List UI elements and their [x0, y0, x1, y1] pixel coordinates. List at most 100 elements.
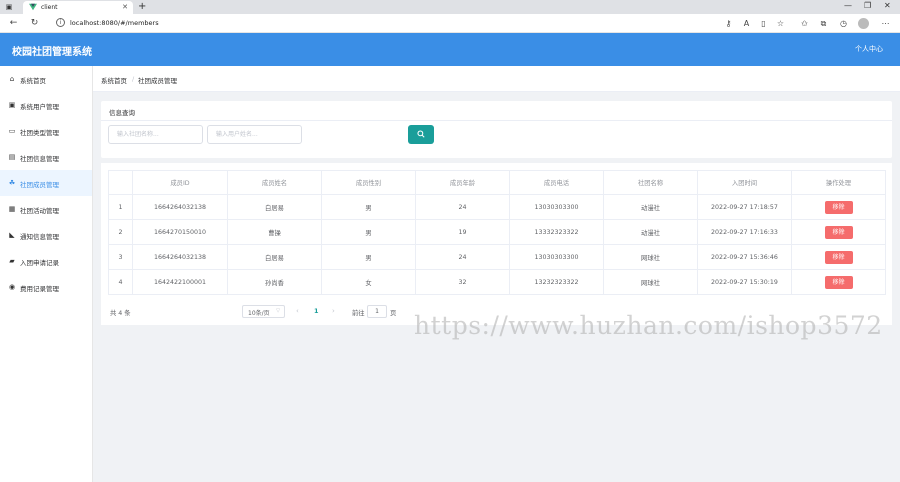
password-key-icon[interactable]: ⚷	[723, 18, 734, 29]
cell-member-id: 1664264032138	[132, 244, 228, 270]
cell-member-name: 孙尚香	[227, 269, 322, 295]
table-row: 2 1664270150010 曹操 男 19 13332323322 动漫社 …	[108, 219, 886, 245]
column-header-gender: 成员性别	[321, 170, 416, 195]
table-card: 成员ID 成员姓名 成员性别 成员年龄 成员电话 社团名称 入团时间 操作处理 …	[101, 163, 892, 325]
remove-button[interactable]: 移除	[824, 200, 853, 214]
remove-button[interactable]: 移除	[824, 275, 853, 289]
cell-member-name: 白居易	[227, 244, 322, 270]
cell-gender: 女	[321, 269, 416, 295]
cell-join-time: 2022-09-27 15:36:46	[697, 244, 792, 270]
browser-address-bar: ← ↻ i localhost:8080/#/members ⚷ A ▯ ☆ ✩…	[0, 14, 900, 33]
cell-age: 24	[415, 244, 510, 270]
url-field[interactable]: i localhost:8080/#/members	[54, 16, 714, 31]
sidebar-item-label: 通知信息管理	[20, 233, 59, 241]
activity-icon: ▦	[8, 205, 16, 213]
page-size-select[interactable]: 10条/页 ▽	[242, 305, 285, 318]
column-header-member-name: 成员姓名	[227, 170, 322, 195]
query-card-header: 信息查询	[101, 101, 892, 121]
remove-button[interactable]: 移除	[824, 225, 853, 239]
refresh-icon[interactable]: ↻	[29, 18, 40, 29]
watermark-text: https://www.huzhan.com/ishop3572	[414, 311, 883, 340]
reader-view-icon[interactable]: ▯	[758, 18, 769, 29]
cell-join-time: 2022-09-27 17:18:57	[697, 194, 792, 220]
sidebar-item-notice[interactable]: ◣ 通知信息管理	[0, 222, 92, 248]
restore-icon[interactable]: ❐	[864, 1, 871, 10]
favorite-star-icon[interactable]: ☆	[775, 18, 786, 29]
page-number-current[interactable]: 1	[314, 307, 319, 315]
cell-age: 19	[415, 219, 510, 245]
cell-club-name: 网球社	[603, 244, 698, 270]
sidebar-item-home[interactable]: ⌂ 系统首页	[0, 66, 92, 92]
profile-avatar-icon[interactable]	[858, 18, 869, 29]
pagination-total: 共 4 条	[110, 310, 131, 317]
breadcrumb-current: 社团成员管理	[138, 77, 177, 85]
search-button[interactable]	[408, 125, 434, 144]
window-menu-icon[interactable]: ▣	[4, 2, 14, 12]
collections-icon[interactable]: ⧉	[818, 18, 829, 29]
cell-actions: 移除	[791, 194, 886, 220]
table-row: 1 1664264032138 白居易 男 24 13030303300 动漫社…	[108, 194, 886, 220]
sidebar-item-club-info[interactable]: ▤ 社团信息管理	[0, 144, 92, 170]
next-page-button[interactable]: ›	[332, 307, 335, 315]
browser-tab[interactable]: client ✕	[23, 1, 133, 14]
cell-join-time: 2022-09-27 15:30:19	[697, 269, 792, 295]
tab-title: client	[41, 4, 58, 11]
cell-gender: 男	[321, 219, 416, 245]
sidebar-item-label: 社团信息管理	[20, 155, 59, 163]
column-header-index	[108, 170, 133, 195]
close-window-icon[interactable]: ✕	[884, 1, 891, 10]
prev-page-button[interactable]: ‹	[296, 307, 299, 315]
cell-actions: 移除	[791, 244, 886, 270]
goto-page-input[interactable]: 1	[367, 305, 387, 318]
user-admin-icon: ▣	[8, 101, 16, 109]
sidebar-item-label: 社团成员管理	[20, 181, 59, 189]
sidebar-item-activity[interactable]: ▦ 社团活动管理	[0, 196, 92, 222]
user-center-menu[interactable]: 个人中心	[855, 44, 883, 54]
remove-button[interactable]: 移除	[824, 250, 853, 264]
table-row: 3 1664264032138 白居易 男 24 13030303300 网球社…	[108, 244, 886, 270]
cell-index: 1	[108, 194, 133, 220]
notice-icon: ◣	[9, 231, 15, 239]
cell-join-time: 2022-09-27 17:16:33	[697, 219, 792, 245]
sidebar-item-application[interactable]: ▰ 入团申请记录	[0, 248, 92, 274]
query-card: 信息查询	[101, 101, 892, 158]
cell-index: 4	[108, 269, 133, 295]
cell-gender: 男	[321, 244, 416, 270]
goto-unit: 页	[390, 310, 397, 317]
sidebar-item-user-admin[interactable]: ▣ 系统用户管理	[0, 92, 92, 118]
back-icon[interactable]: ←	[8, 18, 19, 29]
club-info-icon: ▤	[8, 153, 16, 161]
column-header-member-id: 成员ID	[132, 170, 228, 195]
user-name-input[interactable]	[207, 125, 302, 144]
history-icon[interactable]: ◷	[838, 18, 849, 29]
sidebar-item-members[interactable]: ☘ 社团成员管理	[0, 170, 92, 196]
minimize-icon[interactable]: —	[844, 1, 852, 10]
app-header: 校园社团管理系统 个人中心	[0, 33, 900, 66]
breadcrumb-home[interactable]: 系统首页	[101, 75, 127, 85]
sidebar-item-fee[interactable]: ◉ 费用记录管理	[0, 274, 92, 300]
new-tab-button[interactable]: +	[138, 1, 146, 13]
cell-club-name: 网球社	[603, 269, 698, 295]
favorites-icon[interactable]: ✩	[799, 18, 810, 29]
club-name-input[interactable]	[108, 125, 203, 144]
sidebar-item-label: 系统用户管理	[20, 103, 59, 111]
category-icon: ▭	[8, 127, 16, 135]
chevron-down-icon: ▽	[276, 308, 280, 314]
tab-close-icon[interactable]: ✕	[122, 3, 128, 11]
page-size-value: 10条/页	[248, 310, 270, 317]
site-info-icon[interactable]: i	[56, 18, 65, 27]
read-aloud-icon[interactable]: A	[741, 18, 752, 29]
more-menu-icon[interactable]: ⋯	[880, 18, 891, 29]
cell-phone: 13030303300	[509, 194, 604, 220]
goto-label: 前往	[352, 310, 365, 317]
table-row: 4 1642422100001 孙尚香 女 32 13232323322 网球社…	[108, 269, 886, 295]
cell-age: 32	[415, 269, 510, 295]
browser-tab-bar: ▣ client ✕ + — ❐ ✕	[0, 0, 900, 14]
table-header-row: 成员ID 成员姓名 成员性别 成员年龄 成员电话 社团名称 入团时间 操作处理	[108, 170, 886, 195]
members-icon: ☘	[8, 179, 16, 187]
vue-logo-icon	[29, 3, 37, 11]
breadcrumb-separator: /	[132, 75, 135, 83]
sidebar-item-club-type[interactable]: ▭ 社团类型管理	[0, 118, 92, 144]
members-table: 成员ID 成员姓名 成员性别 成员年龄 成员电话 社团名称 入团时间 操作处理 …	[108, 170, 886, 295]
cell-index: 3	[108, 244, 133, 270]
